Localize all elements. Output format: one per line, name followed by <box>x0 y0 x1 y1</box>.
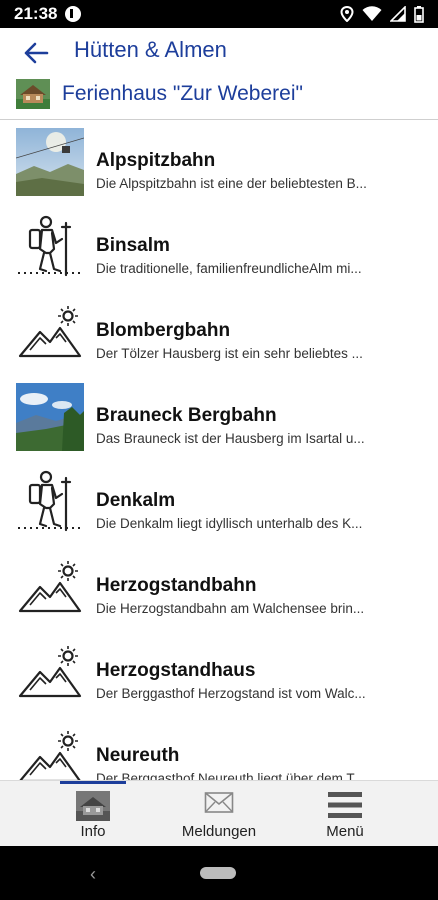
list-item[interactable]: Herzogstandbahn Die Herzogstandbahn am W… <box>0 545 438 630</box>
item-title: Herzogstandhaus <box>96 660 256 681</box>
item-description: Die Alpspitzbahn ist eine der beliebtest… <box>96 176 367 191</box>
envelope-icon <box>204 792 234 813</box>
item-description: Der Tölzer Hausberg ist ein sehr beliebt… <box>96 346 363 361</box>
app-header: Hütten & Almen Ferienhaus "Zur Weberei" <box>0 28 438 120</box>
item-title: Alpspitzbahn <box>96 150 216 171</box>
item-description: Der Berggasthof Herzogstand ist vom Walc… <box>96 686 366 701</box>
list-item[interactable]: Blombergbahn Der Tölzer Hausberg ist ein… <box>0 290 438 375</box>
status-bar: 21:38 <box>0 0 438 28</box>
nav-meldungen-label: Meldungen <box>181 823 257 840</box>
list-item[interactable]: Herzogstandhaus Der Berggasthof Herzogst… <box>0 630 438 715</box>
house-thumbnail-icon <box>16 79 50 109</box>
huts-list: Alpspitzbahn Die Alpspitzbahn ist eine d… <box>0 120 438 780</box>
nav-menu[interactable]: Menü <box>272 781 418 847</box>
house-thumbnail-icon <box>76 791 110 821</box>
item-description: Der Berggasthof Neureuth liegt über dem … <box>96 771 365 780</box>
list-item[interactable]: Denkalm Die Denkalm liegt idyllisch unte… <box>0 460 438 545</box>
location-icon <box>340 6 354 22</box>
list-item[interactable]: Binsalm Die traditionelle, familienfreun… <box>0 205 438 290</box>
landscape-photo <box>16 383 84 451</box>
mountain-sun-icon <box>18 646 82 698</box>
item-title: Neureuth <box>96 745 180 766</box>
cable-car-photo <box>16 128 84 196</box>
item-description: Die traditionelle, familienfreundlicheAl… <box>96 261 362 276</box>
system-back-icon[interactable]: ‹ <box>90 864 96 885</box>
item-title: Denkalm <box>96 490 176 511</box>
arrow-left-icon <box>24 42 49 64</box>
item-title: Brauneck Bergbahn <box>96 405 277 426</box>
hiker-icon <box>18 470 82 532</box>
system-navigation-bar: ‹ <box>0 846 438 900</box>
list-item[interactable]: Brauneck Bergbahn Das Brauneck ist der H… <box>0 375 438 460</box>
list-item[interactable]: Alpspitzbahn Die Alpspitzbahn ist eine d… <box>0 120 438 205</box>
system-home-pill[interactable] <box>200 867 236 879</box>
accommodation-row[interactable]: Ferienhaus "Zur Weberei" <box>16 79 303 109</box>
accommodation-title: Ferienhaus "Zur Weberei" <box>62 82 303 105</box>
nav-meldungen[interactable]: Meldungen <box>146 781 292 847</box>
battery-icon <box>414 5 424 23</box>
signal-icon <box>390 6 406 22</box>
wifi-icon <box>362 6 382 21</box>
nav-menu-label: Menü <box>326 823 364 840</box>
hamburger-menu-icon <box>328 792 362 818</box>
back-button[interactable] <box>20 38 54 68</box>
item-description: Die Herzogstandbahn am Walchensee brin..… <box>96 601 365 616</box>
nav-info-label: Info <box>80 823 106 840</box>
status-time: 21:38 <box>14 4 58 23</box>
app-notification-icon <box>65 6 82 22</box>
status-icons <box>340 5 424 23</box>
nav-info[interactable]: Info <box>20 781 166 847</box>
item-title: Herzogstandbahn <box>96 575 257 596</box>
mountain-sun-icon <box>18 561 82 613</box>
item-title: Binsalm <box>96 235 170 256</box>
bottom-navigation: Info Meldungen Menü <box>0 780 438 846</box>
hiker-icon <box>18 215 82 277</box>
page-title: Hütten & Almen <box>74 37 227 62</box>
mountain-sun-icon <box>18 306 82 358</box>
item-title: Blombergbahn <box>96 320 231 341</box>
item-description: Die Denkalm liegt idyllisch unterhalb de… <box>96 516 363 531</box>
list-item[interactable]: Neureuth Der Berggasthof Neureuth liegt … <box>0 715 438 780</box>
mountain-sun-icon <box>19 731 81 780</box>
item-description: Das Brauneck ist der Hausberg im Isartal… <box>96 431 365 446</box>
